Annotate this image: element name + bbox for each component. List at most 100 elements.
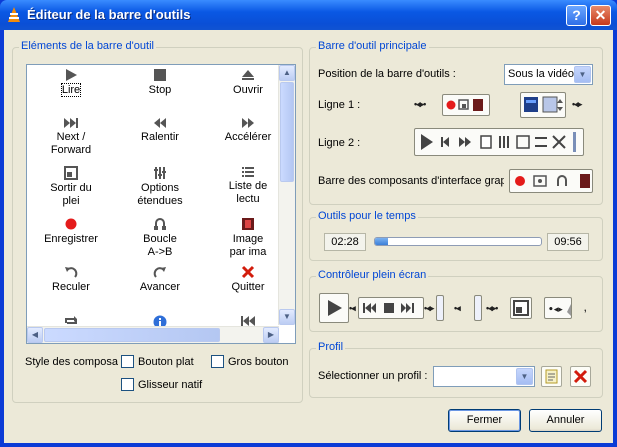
line1-group-2[interactable] [520,92,566,118]
elements-list[interactable]: Lire Stop Ouvrir Next / Forward Ralentir [26,64,296,344]
volume-icon: •◂▸ [548,304,571,316]
elements-group-title: Eléments de la barre d'outil [19,40,156,52]
list-item[interactable]: Reculer [30,265,112,294]
list-item[interactable]: Enregistrer [30,217,112,246]
next-icon [64,118,78,128]
list-horizontal-scrollbar[interactable]: ◀ ▶ [27,326,279,343]
title-bar[interactable]: Éditeur de la barre d'outils ? ✕ [0,0,617,30]
scroll-down-button[interactable]: ▼ [279,309,295,325]
scroll-left-button[interactable]: ◀ [27,327,43,343]
line2-play-group[interactable] [414,128,584,156]
frame-by-frame-icon [242,218,254,230]
line1-label: Ligne 1 : [318,99,361,111]
interface-bar-group[interactable] [509,169,593,193]
time-tools-group-title: Outils pour le temps [316,210,418,222]
list-item[interactable]: Stop [119,68,201,97]
list-item[interactable]: Liste de lectu [207,166,289,206]
profile-select[interactable]: ▼ [433,366,535,387]
save-profile-button[interactable] [541,366,562,387]
flat-button-checkbox[interactable] [121,355,134,368]
chevron-down-icon[interactable]: ▼ [574,66,591,83]
list-item-label: Next / Forward [50,131,92,156]
spacer-icon: •◂▸• [486,303,498,313]
fullscreen-icon [513,300,529,316]
list-item[interactable]: Lire [30,68,112,97]
record-snapshot-loop-icon [515,174,590,188]
new-profile-icon [545,369,558,384]
fullscreen-toggle-button[interactable] [510,297,532,319]
big-button-label[interactable]: Gros bouton [228,356,289,368]
list-item[interactable]: Sortir du plei [30,166,112,208]
spacer-icon: •◂ [454,303,461,313]
list-item-label: Lire [60,83,82,97]
vertical-scroll-thumb[interactable] [280,82,294,182]
list-item[interactable]: Ouvrir [207,68,289,97]
cancel-button[interactable]: Annuler [529,409,602,432]
line1-group[interactable] [442,94,490,116]
close-window-button[interactable]: ✕ [590,5,611,26]
list-item[interactable]: Quitter [207,265,289,294]
list-item[interactable]: Next / Forward [30,117,112,157]
elapsed-time[interactable]: 02:28 [324,233,366,251]
vlc-cone-icon [8,7,20,22]
list-item-label: Ralentir [141,131,179,143]
profile-group-title: Profil [316,341,346,353]
fullscreen-spacer-1[interactable] [436,295,444,321]
profile-select-label: Sélectionner un profil : [318,370,428,382]
playback-controls-icon [421,132,576,152]
eject-icon [242,70,254,80]
interface-bar-preview[interactable] [507,167,593,195]
spacer-icon: , [584,303,586,313]
native-slider-checkbox[interactable] [121,378,134,391]
record-icon [65,218,77,230]
delete-icon [573,369,588,384]
spacer-icon: •◂▸ [424,303,434,313]
position-label: Position de la barre d'outils : [318,68,456,80]
list-item[interactable]: Boucle A->B [119,217,201,259]
toolbar-position-select[interactable]: Sous la vidéo ▼ [504,64,593,85]
record-icon [446,99,483,111]
fullscreen-play-button[interactable] [319,293,349,323]
skip-forward-icon [153,267,166,278]
list-item[interactable]: Accélérer [207,117,289,144]
fullscreen-toolbar-preview[interactable]: •◂ •◂▸ •◂ •◂▸• •◂▸ , [318,292,594,324]
list-item-label: Liste de lectu [228,180,268,205]
seek-slider[interactable] [374,237,542,246]
list-item[interactable]: Ralentir [119,117,201,144]
style-label: Style des composa [25,356,118,368]
fullscreen-group-title: Contrôleur plein écran [316,269,429,281]
scroll-right-button[interactable]: ▶ [263,327,279,343]
help-button[interactable]: ? [566,5,587,26]
ab-loop-icon [154,218,166,230]
list-item-label: Image par ima [229,233,267,258]
list-item[interactable]: Options étendues [119,166,201,208]
delete-profile-button[interactable] [570,366,591,387]
list-item-label: Enregistrer [44,233,98,245]
scroll-up-button[interactable]: ▲ [279,65,295,81]
big-button-checkbox[interactable] [211,355,224,368]
list-vertical-scrollbar[interactable]: ▲ ▼ [278,65,295,325]
fullscreen-volume-group[interactable]: •◂▸ [544,297,572,319]
fullscreen-transport-group[interactable] [358,297,424,319]
line1-toolbar-preview[interactable]: •◂▸• •◂▸ [412,90,592,120]
chevron-down-icon[interactable]: ▼ [516,368,533,385]
quit-icon [241,265,255,279]
native-slider-label[interactable]: Glisseur natif [138,379,202,391]
list-item-label: Options étendues [137,182,183,207]
playlist-icon [242,167,254,177]
prev-stop-next-icon [363,303,414,313]
spacer-icon: •◂ [349,303,356,313]
toolbar-editor-window: Éditeur de la barre d'outils ? ✕ Elément… [0,0,617,447]
total-time[interactable]: 09:56 [547,233,589,251]
extended-settings-icon [154,167,166,179]
list-item[interactable]: Image par ima [207,217,289,259]
horizontal-scroll-thumb[interactable] [44,328,220,342]
list-item-label: Accélérer [224,131,272,143]
list-item[interactable]: Avancer [119,265,201,294]
dialog-body: Eléments de la barre d'outil Lire Stop O… [4,30,613,443]
list-item-label: Sortir du plei [50,182,92,207]
flat-button-label[interactable]: Bouton plat [138,356,194,368]
line2-toolbar-preview[interactable] [412,127,592,159]
close-button[interactable]: Fermer [448,409,521,432]
fullscreen-spacer-2[interactable] [474,295,482,321]
